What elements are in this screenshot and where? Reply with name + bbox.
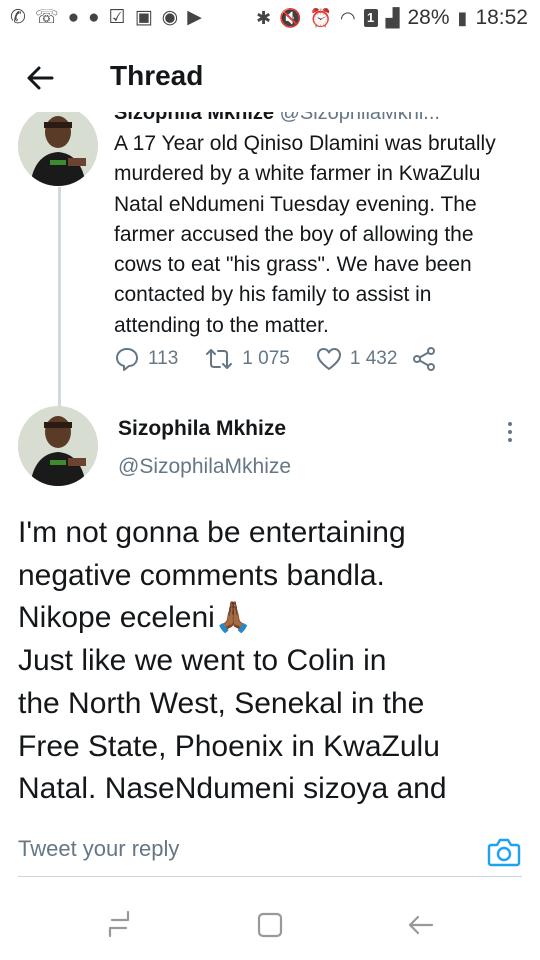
gallery-icon: ▣ [134, 7, 153, 28]
checkbox-icon: ☑ [108, 7, 126, 28]
share-button[interactable] [411, 346, 437, 372]
parent-tweet-header: Sizophila Mkhize @SizophilaMkhi... [114, 112, 440, 125]
app-header: Thread [0, 36, 540, 120]
main-tweet-text: I'm not gonna be entertaining negative c… [18, 516, 447, 806]
tweet-actions: 113 1 075 1 432 [114, 344, 463, 374]
thread-content[interactable]: Sizophila Mkhize @SizophilaMkhi... A 17 … [0, 112, 540, 812]
avatar[interactable] [18, 406, 98, 486]
reply-button[interactable]: 113 [114, 346, 178, 372]
back-button[interactable] [22, 58, 62, 98]
mute-icon: 🔇 [279, 8, 302, 28]
reply-icon [116, 348, 138, 371]
author-name[interactable]: Sizophila Mkhize [118, 417, 286, 441]
back-arrow-icon [408, 915, 434, 935]
more-options-button[interactable] [500, 417, 520, 447]
retweet-count: 1 075 [242, 348, 290, 369]
status-bar: ✆ ☏ ● ● ☑ ▣ ◉ ▶ ✱ 🔇 ⏰ ◠ 1 ▟ 28% ▮ 18:52 [0, 0, 540, 36]
system-navigation-bar [0, 886, 540, 960]
retweet-button[interactable]: 1 075 [204, 346, 290, 372]
author-handle[interactable]: @SizophilaMkhize [118, 455, 291, 479]
parent-author-name: Sizophila Mkhize [114, 112, 275, 124]
like-button[interactable]: 1 432 [316, 347, 398, 371]
recent-apps-icon [108, 910, 130, 938]
page-title: Thread [110, 60, 204, 91]
missed-call-icon: ☏ [34, 7, 59, 28]
more-vertical-icon [508, 422, 512, 442]
reply-placeholder: Tweet your reply [18, 836, 180, 861]
bluetooth-icon: ✱ [256, 8, 272, 28]
wifi-icon: ◠ [339, 8, 356, 28]
retweet-icon [206, 349, 233, 369]
camera-button[interactable] [486, 834, 522, 870]
notification-icons: ✆ ☏ ● ● ☑ ▣ ◉ ▶ [10, 6, 202, 30]
parent-author-handle: @SizophilaMkhi... [279, 112, 440, 124]
battery-percent: 28% [407, 6, 450, 29]
heart-icon [316, 348, 341, 370]
alarm-icon: ⏰ [309, 8, 332, 28]
signal-icon: ▟ [385, 8, 400, 28]
reply-input[interactable]: Tweet your reply [18, 820, 522, 877]
share-icon [413, 347, 436, 371]
like-count: 1 432 [349, 348, 398, 369]
avatar[interactable] [18, 112, 98, 186]
battery-icon: ▮ [457, 8, 468, 28]
system-back-button[interactable] [404, 908, 438, 942]
system-icons: ✱ 🔇 ⏰ ◠ 1 ▟ 28% ▮ 18:52 [256, 6, 528, 30]
home-icon [257, 912, 283, 938]
recent-apps-button[interactable] [102, 908, 136, 942]
whatsapp-icon: ✆ [10, 7, 26, 28]
profile-photo [18, 406, 98, 486]
play-icon: ▶ [187, 7, 202, 28]
clock: 18:52 [475, 6, 528, 29]
chat-bubble-icon: ● [88, 7, 100, 28]
reply-bar: Tweet your reply [0, 810, 540, 886]
home-button[interactable] [253, 908, 287, 942]
parent-tweet-text: A 17 Year old Qiniso Dlamini was brutall… [114, 132, 496, 337]
arrow-left-icon [27, 66, 54, 90]
reply-count: 113 [148, 348, 179, 369]
chat-bubble-icon: ● [67, 7, 80, 28]
profile-photo [18, 112, 98, 186]
camera-icon: ◉ [161, 7, 179, 28]
sim-icon: 1 [363, 9, 378, 27]
camera-icon [487, 838, 521, 867]
